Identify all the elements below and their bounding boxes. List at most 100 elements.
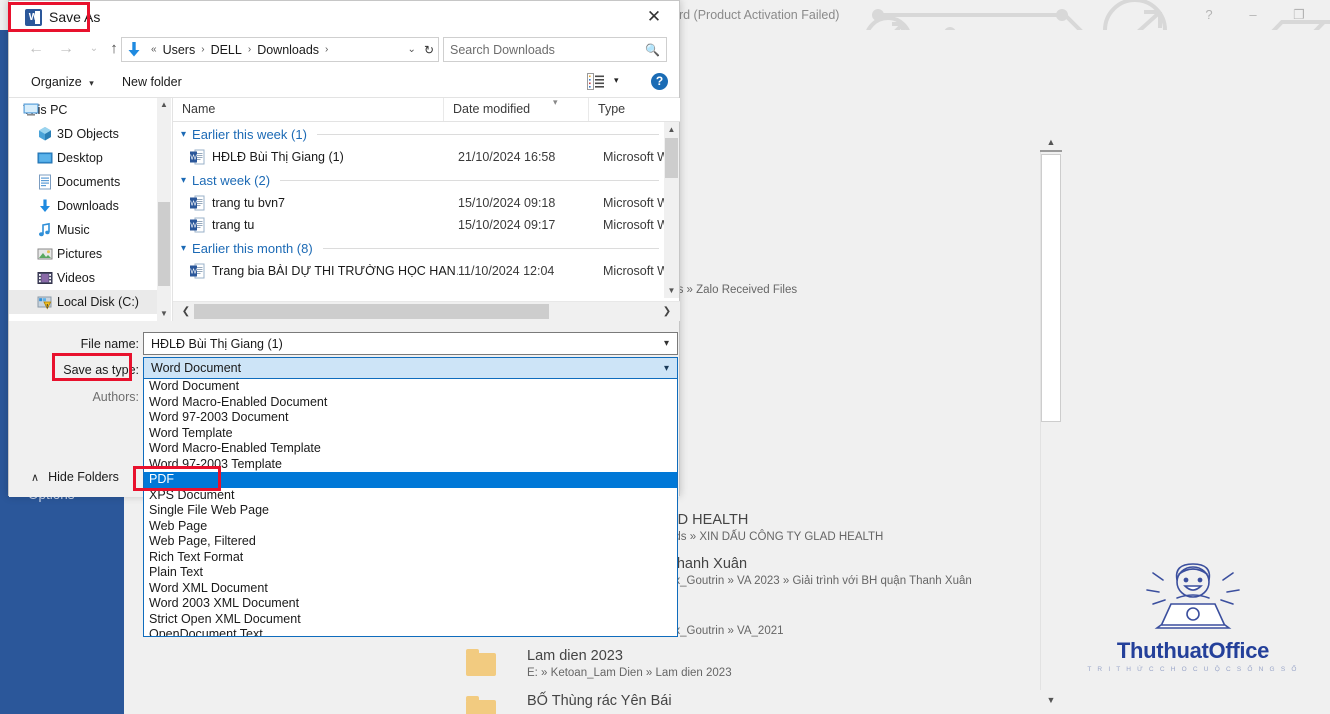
svg-text:W: W	[190, 155, 197, 162]
breadcrumb-item-users[interactable]: Users	[162, 43, 197, 57]
recent-entry[interactable]: nts » Zalo Received Files	[668, 281, 797, 296]
save-as-type-combobox[interactable]: Word Document ▾	[143, 357, 678, 379]
help-icon[interactable]: ?	[651, 73, 668, 90]
breadcrumb-separator: ›	[247, 44, 252, 55]
navigation-tree: This PC 3D Objects Desktop Documents Dow…	[9, 98, 157, 321]
dropdown-option[interactable]: Single File Web Page	[144, 503, 677, 519]
list-scroll-down-button[interactable]: ▼	[664, 283, 679, 298]
dropdown-option[interactable]: Word Macro-Enabled Template	[144, 441, 677, 457]
hide-folders-label: Hide Folders	[48, 470, 119, 484]
recent-entry-path: nts » Zalo Received Files	[668, 284, 798, 296]
dropdown-option[interactable]: Web Page	[144, 519, 677, 535]
word-app-icon: W	[25, 9, 42, 26]
dropdown-option-pdf[interactable]: PDF	[144, 472, 677, 488]
hscrollbar-thumb[interactable]	[194, 304, 549, 319]
hscroll-right-button[interactable]: ❯	[659, 302, 675, 321]
word-restore-button[interactable]: ❐	[1282, 6, 1316, 24]
dropdown-option[interactable]: Strict Open XML Document	[144, 612, 677, 628]
tree-scrollbar[interactable]: ▲ ▼	[157, 98, 171, 321]
table-row[interactable]: W trang tu bvn7 15/10/2024 09:18 Microso…	[173, 192, 665, 214]
chevron-down-icon[interactable]: ⌄	[403, 44, 421, 55]
tree-scroll-down-button[interactable]: ▼	[157, 307, 171, 321]
breadcrumb-item-dell[interactable]: DELL	[210, 43, 243, 57]
view-layout-icon[interactable]	[587, 73, 604, 90]
dropdown-option[interactable]: Word Template	[144, 426, 677, 442]
dropdown-option[interactable]: Web Page, Filtered	[144, 534, 677, 550]
chevron-down-icon[interactable]: ▾	[664, 363, 677, 374]
sidebar-item-3d-objects[interactable]: 3D Objects	[9, 122, 157, 146]
desktop-icon	[37, 150, 53, 166]
folder-entry[interactable]: Lam dien 2023 E: » Ketoan_Lam Dien » Lam…	[527, 648, 732, 679]
table-row[interactable]: W HĐLĐ Bùi Thị Giang (1) 21/10/2024 16:5…	[173, 146, 665, 168]
chevron-down-icon[interactable]: ▾	[181, 175, 186, 186]
backstage-scroll-down-button[interactable]: ▼	[1040, 690, 1062, 710]
dropdown-option[interactable]: Word 97-2003 Template	[144, 457, 677, 473]
save-as-type-dropdown[interactable]: Word Document Word Macro-Enabled Documen…	[143, 379, 678, 637]
dropdown-option[interactable]: Rich Text Format	[144, 550, 677, 566]
view-dropdown-caret[interactable]: ▾	[614, 75, 619, 86]
refresh-icon[interactable]: ↻	[421, 43, 434, 57]
group-divider	[316, 133, 659, 135]
sidebar-item-desktop[interactable]: Desktop	[9, 146, 157, 170]
sidebar-item-music[interactable]: Music	[9, 218, 157, 242]
backstage-scrollbar-thumb[interactable]	[1041, 154, 1061, 422]
search-box[interactable]: Search Downloads 🔍	[443, 37, 667, 62]
dropdown-option[interactable]: Plain Text	[144, 565, 677, 581]
hscroll-left-button[interactable]: ❮	[178, 302, 194, 321]
file-name: trang tu bvn7	[212, 196, 285, 210]
file-list-horizontal-scrollbar[interactable]: ❮ ❯	[173, 301, 680, 321]
tree-scroll-up-button[interactable]: ▲	[157, 98, 171, 112]
navigation-row: ← → ⌄ ↑ « Users › DELL › Downloads › ⌄ ↻…	[9, 35, 679, 65]
folder-entry[interactable]: BỐ Thùng rác Yên Bái	[527, 693, 672, 709]
sidebar-item-videos[interactable]: Videos	[9, 266, 157, 290]
dropdown-option[interactable]: Word Macro-Enabled Document	[144, 395, 677, 411]
chevron-down-icon[interactable]: ▾	[664, 338, 677, 349]
tree-scrollbar-thumb[interactable]	[158, 202, 170, 286]
list-scrollbar-thumb[interactable]	[665, 138, 678, 178]
column-header-type[interactable]: Type	[588, 98, 680, 121]
word-help-button[interactable]: ?	[1192, 6, 1226, 24]
dropdown-option[interactable]: OpenDocument Text	[144, 627, 677, 636]
scrollbar-divider	[1040, 150, 1062, 152]
organize-button[interactable]: Organize ▾	[31, 69, 94, 96]
word-title-text: ord (Product Activation Failed)	[672, 8, 840, 22]
back-button[interactable]: ←	[23, 35, 49, 63]
sidebar-item-this-pc[interactable]: This PC	[9, 98, 157, 122]
file-list-scrollbar[interactable]: ▲ ▼	[664, 122, 679, 298]
recent-entry[interactable]: ex_Goutrin » VA_2021	[668, 622, 784, 637]
address-bar[interactable]: « Users › DELL › Downloads › ⌄ ↻	[121, 37, 439, 62]
dropdown-option[interactable]: Word Document	[144, 379, 677, 395]
file-name-input[interactable]: HĐLĐ Bùi Thị Giang (1) ▾	[143, 332, 678, 355]
recent-entry[interactable]: Thanh Xuân ex_Goutrin » VA 2023 » Giải t…	[668, 556, 972, 587]
watermark-logo: ThuthuatOffice T R I T H Ứ C C H O C U Ộ…	[1063, 552, 1323, 684]
save-as-type-value: Word Document	[151, 361, 242, 375]
word-minimize-button[interactable]: –	[1236, 6, 1270, 24]
dropdown-option[interactable]: Word 97-2003 Document	[144, 410, 677, 426]
list-scroll-up-button[interactable]: ▲	[664, 122, 679, 137]
file-group-header[interactable]: ▾ Earlier this week (1)	[173, 122, 665, 146]
chevron-down-icon[interactable]: ▾	[181, 243, 186, 254]
close-icon[interactable]: ✕	[633, 3, 675, 31]
new-folder-button[interactable]: New folder	[122, 69, 182, 95]
sidebar-item-downloads[interactable]: Downloads	[9, 194, 157, 218]
table-row[interactable]: W Trang bia BÀI DỰ THI TRƯỜNG HỌC HAN… 1…	[173, 260, 665, 282]
hide-folders-button[interactable]: ∧ Hide Folders	[31, 470, 119, 484]
dropdown-option[interactable]: XPS Document	[144, 488, 677, 504]
search-input[interactable]: Search Downloads	[450, 43, 645, 57]
table-row[interactable]: W trang tu 15/10/2024 09:17 Microsoft W…	[173, 214, 665, 236]
breadcrumb-item-downloads[interactable]: Downloads	[256, 43, 320, 57]
sidebar-item-pictures[interactable]: Pictures	[9, 242, 157, 266]
file-group-header[interactable]: ▾ Earlier this month (8)	[173, 236, 665, 260]
recent-entry[interactable]: AD HEALTH ads » XIN DẤU CÔNG TY GLAD HEA…	[668, 512, 883, 543]
file-group-label: Earlier this week (1)	[192, 126, 307, 142]
dropdown-option[interactable]: Word 2003 XML Document	[144, 596, 677, 612]
backstage-scroll-up-button[interactable]: ▲	[1040, 132, 1062, 152]
sidebar-item-local-disk-c[interactable]: Local Disk (C:)	[9, 290, 157, 314]
forward-button[interactable]: →	[53, 35, 79, 63]
chevron-down-icon[interactable]: ▾	[181, 129, 186, 140]
file-group-header[interactable]: ▾ Last week (2)	[173, 168, 665, 192]
column-header-date-modified[interactable]: Date modified	[443, 98, 588, 121]
column-header-name[interactable]: Name	[173, 98, 443, 121]
dropdown-option[interactable]: Word XML Document	[144, 581, 677, 597]
sidebar-item-documents[interactable]: Documents	[9, 170, 157, 194]
